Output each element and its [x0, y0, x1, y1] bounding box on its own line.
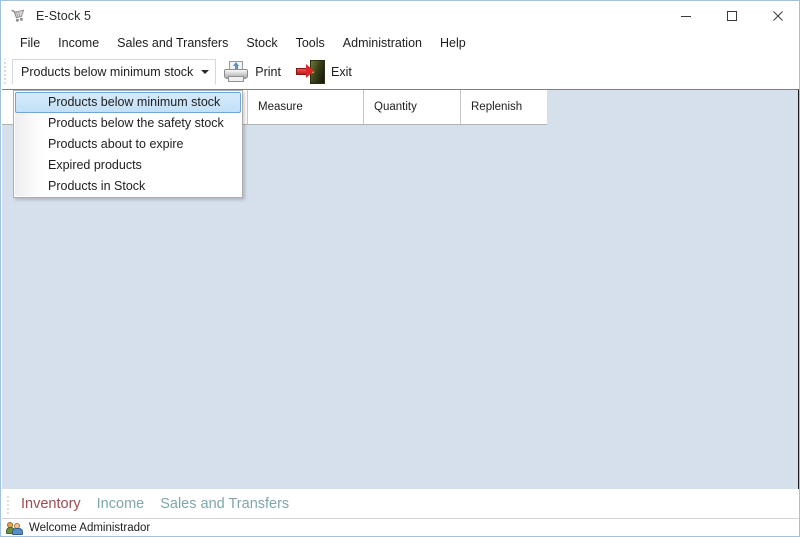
- menu-item-sales-and-transfers[interactable]: Sales and Transfers: [108, 33, 237, 53]
- users-icon: [6, 521, 23, 535]
- menu-item-file[interactable]: File: [11, 33, 49, 53]
- exit-door-icon: [295, 60, 325, 84]
- print-button[interactable]: Print: [219, 57, 288, 87]
- tab-sales-and-transfers[interactable]: Sales and Transfers: [152, 496, 297, 512]
- status-bar: Welcome Administrador: [2, 518, 799, 536]
- chevron-down-icon: [201, 70, 210, 74]
- menu-item-administration[interactable]: Administration: [334, 33, 431, 53]
- bottom-navigation-tabs: Inventory Income Sales and Transfers: [2, 490, 799, 518]
- menu-item-income[interactable]: Income: [49, 33, 108, 53]
- maximize-button[interactable]: [709, 1, 755, 31]
- application-window: E-Stock 5 File Income Sales and Transfer…: [0, 0, 800, 537]
- shopping-cart-icon: [10, 7, 28, 25]
- menu-item-stock[interactable]: Stock: [237, 33, 286, 53]
- combobox-selected-value: Products below minimum stock: [21, 65, 194, 79]
- menu-bar: File Income Sales and Transfers Stock To…: [1, 31, 799, 55]
- status-bar-message: Welcome Administrador: [29, 522, 151, 534]
- toolbar-drag-grip[interactable]: [2, 59, 10, 85]
- dropdown-option-products-about-to-expire[interactable]: Products about to expire: [15, 134, 241, 155]
- printer-icon: [223, 60, 249, 84]
- toolbar: Products below minimum stock Print Exit: [1, 55, 799, 89]
- menu-item-tools[interactable]: Tools: [287, 33, 334, 53]
- dropdown-option-expired-products[interactable]: Expired products: [15, 154, 241, 175]
- tabs-drag-grip[interactable]: [5, 494, 13, 514]
- dropdown-option-products-in-stock[interactable]: Products in Stock: [15, 175, 241, 196]
- window-title: E-Stock 5: [36, 9, 92, 23]
- dropdown-option-products-below-the-safety-stock[interactable]: Products below the safety stock: [15, 113, 241, 134]
- grid-column-header-quantity[interactable]: Quantity: [364, 90, 461, 124]
- dropdown-option-products-below-minimum-stock[interactable]: Products below minimum stock: [15, 92, 241, 113]
- tab-inventory[interactable]: Inventory: [13, 496, 89, 512]
- exit-button[interactable]: Exit: [291, 57, 359, 87]
- print-button-label: Print: [255, 65, 281, 79]
- report-type-dropdown-list: Products below minimum stock Products be…: [13, 90, 243, 198]
- exit-button-label: Exit: [330, 65, 352, 79]
- report-type-combobox[interactable]: Products below minimum stock: [12, 59, 217, 85]
- grid-column-header-measure[interactable]: Measure: [248, 90, 364, 124]
- tab-income[interactable]: Income: [89, 496, 153, 512]
- minimize-button[interactable]: [663, 1, 709, 31]
- title-bar: E-Stock 5: [1, 1, 799, 31]
- close-button[interactable]: [755, 1, 799, 31]
- grid-column-header-replenish[interactable]: Replenish: [461, 90, 547, 124]
- window-controls: [663, 1, 799, 31]
- menu-item-help[interactable]: Help: [431, 33, 475, 53]
